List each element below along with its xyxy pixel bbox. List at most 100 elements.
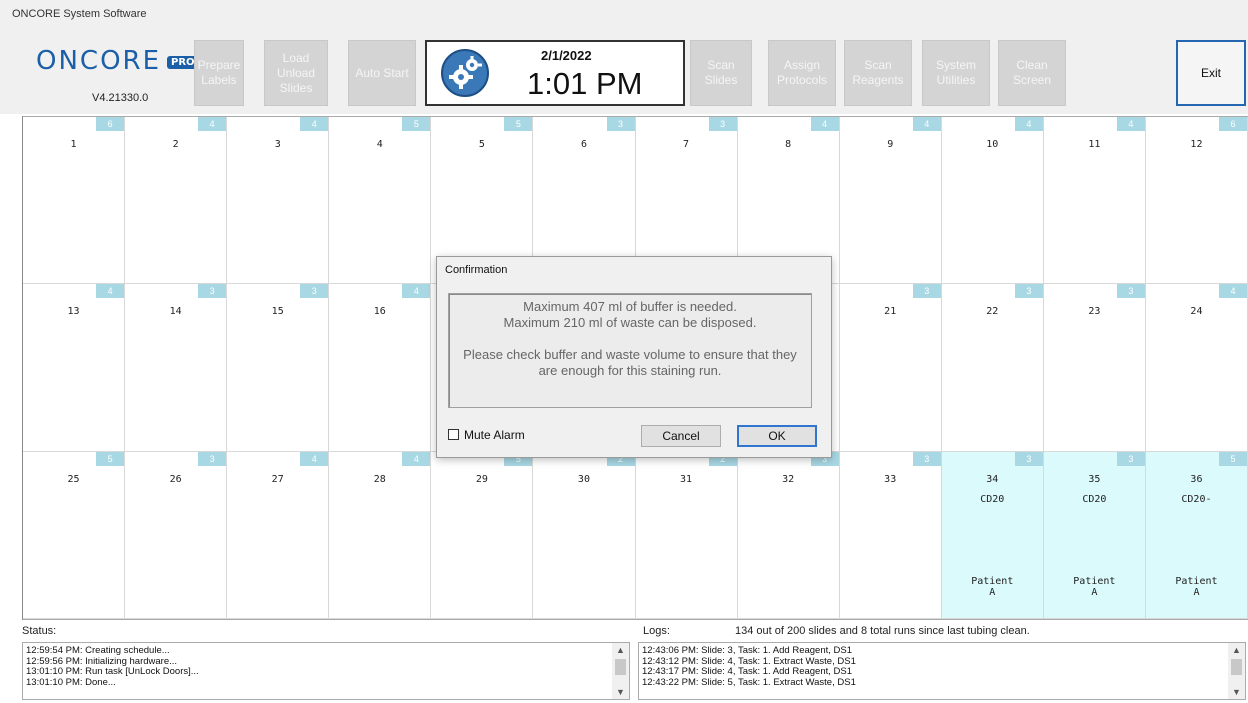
load-unload-slides-button[interactable]: Load Unload Slides: [264, 40, 328, 106]
slot-number: 31: [680, 473, 693, 485]
slide-slot[interactable]: 4 13: [23, 284, 126, 452]
slot-count-badge: 4: [402, 284, 431, 299]
slide-slot[interactable]: 2 30: [533, 451, 636, 619]
clock-panel: 2/1/2022 1:01 PM: [425, 40, 685, 106]
slide-slot[interactable]: 2 31: [635, 451, 738, 619]
slide-slot[interactable]: 3 35 CD20 Patient A: [1043, 451, 1146, 619]
slot-count-badge: 4: [402, 451, 431, 466]
slot-count-badge: 3: [1014, 284, 1043, 299]
slot-count-badge: 3: [1116, 284, 1145, 299]
slot-count-badge: 3: [912, 284, 941, 299]
status-line: 13:01:10 PM: Run task [UnLock Doors]...: [26, 666, 199, 677]
mute-alarm-label[interactable]: Mute Alarm: [464, 428, 525, 442]
slot-count-badge: 3: [198, 451, 227, 466]
logs-scrollbar[interactable]: ▲ ▼: [1228, 643, 1245, 699]
slide-slot[interactable]: 6 12: [1145, 117, 1248, 285]
slot-number: 32: [782, 473, 795, 485]
slot-patient-label: Patient A: [1073, 575, 1116, 598]
slot-patient-label: Patient A: [971, 575, 1014, 598]
slot-count-badge: 4: [1014, 117, 1043, 131]
status-log[interactable]: 12:59:54 PM: Creating schedule... 12:59:…: [22, 642, 630, 700]
slot-number: 27: [271, 473, 284, 485]
scroll-up-icon[interactable]: ▲: [1228, 645, 1245, 656]
slot-number: 13: [67, 306, 80, 318]
slide-slot[interactable]: 61: [23, 117, 126, 285]
slide-slot[interactable]: 43: [227, 117, 330, 285]
logs-label: Logs:: [643, 625, 670, 637]
slide-slot[interactable]: 3 22: [941, 284, 1044, 452]
slide-slot[interactable]: 3 15: [227, 284, 330, 452]
slide-slot[interactable]: 3 32: [737, 451, 840, 619]
slot-count-badge: 4: [912, 117, 941, 131]
slot-number: 10: [986, 139, 999, 150]
status-scrollbar[interactable]: ▲ ▼: [612, 643, 629, 699]
scroll-up-icon[interactable]: ▲: [612, 645, 629, 656]
dialog-title: Confirmation: [445, 264, 508, 276]
slot-number: 7: [683, 139, 690, 150]
scroll-thumb[interactable]: [615, 659, 626, 675]
slide-slot[interactable]: 3 14: [125, 284, 228, 452]
prepare-labels-button[interactable]: Prepare Labels: [194, 40, 244, 106]
scan-reagents-button[interactable]: Scan Reagents: [844, 40, 912, 106]
message-line: Please check buffer and waste volume to …: [463, 347, 797, 362]
status-line: 13:01:10 PM: Done...: [26, 676, 116, 688]
slide-slot[interactable]: 5 25: [23, 451, 126, 619]
slot-number: 11: [1088, 139, 1101, 150]
mute-alarm-checkbox[interactable]: [448, 429, 459, 440]
slot-number: 22: [986, 306, 999, 318]
slot-number: 34: [986, 473, 999, 485]
slot-number: 28: [373, 473, 386, 485]
auto-start-button[interactable]: Auto Start: [348, 40, 416, 106]
slot-reagent-label: CD20: [980, 493, 1005, 505]
scroll-down-icon[interactable]: ▼: [1228, 687, 1245, 698]
logs-log[interactable]: 12:43:06 PM: Slide: 3, Task: 1. Add Reag…: [638, 642, 1246, 700]
slot-count-badge: 3: [300, 284, 329, 299]
slot-number: 4: [376, 139, 383, 150]
slot-number: 1: [70, 139, 77, 150]
scroll-down-icon[interactable]: ▼: [612, 687, 629, 698]
slot-number: 33: [884, 473, 897, 485]
slide-slot[interactable]: 3 34 CD20 Patient A: [941, 451, 1044, 619]
slot-number: 2: [172, 139, 179, 150]
slot-number: 6: [580, 139, 587, 150]
log-line: 12:43:22 PM: Slide: 5, Task: 1. Extract …: [642, 676, 856, 688]
clean-screen-button[interactable]: Clean Screen: [998, 40, 1066, 106]
message-line: are enough for this staining run.: [538, 363, 722, 378]
slot-number: 8: [785, 139, 792, 150]
slide-slot[interactable]: 42: [125, 117, 228, 285]
slide-slot[interactable]: 5 36 CD20- Patient A: [1145, 451, 1248, 619]
slide-slot[interactable]: 3 23: [1043, 284, 1146, 452]
slot-number: 35: [1088, 473, 1101, 485]
message-line: Maximum 407 ml of buffer is needed.: [523, 299, 737, 314]
scan-slides-button[interactable]: Scan Slides: [690, 40, 752, 106]
slide-slot[interactable]: 49: [839, 117, 942, 285]
confirmation-dialog: Confirmation Maximum 407 ml of buffer is…: [436, 256, 832, 458]
slot-count-badge: 5: [1219, 451, 1247, 466]
slide-slot[interactable]: 3 21: [839, 284, 942, 452]
scroll-thumb[interactable]: [1231, 659, 1242, 675]
slide-slot[interactable]: 4 28: [329, 451, 432, 619]
version-label: V4.21330.0: [92, 92, 149, 104]
slide-slot[interactable]: 4 16: [329, 284, 432, 452]
slide-slot[interactable]: 4 10: [941, 117, 1044, 285]
slide-slot[interactable]: 5 29: [431, 451, 534, 619]
slide-slot[interactable]: 3 33: [839, 451, 942, 619]
slot-number: 12: [1190, 139, 1203, 150]
slide-slot[interactable]: 3 26: [125, 451, 228, 619]
slot-count-badge: 3: [912, 451, 941, 466]
slot-number: 26: [169, 473, 182, 485]
assign-protocols-button[interactable]: Assign Protocols: [768, 40, 836, 106]
slot-number: 24: [1190, 306, 1203, 318]
slot-number: 15: [271, 306, 284, 318]
slide-slot[interactable]: 4 24: [1145, 284, 1248, 452]
system-utilities-button[interactable]: System Utilities: [922, 40, 990, 106]
cancel-button[interactable]: Cancel: [641, 425, 721, 447]
clock-time: 1:01 PM: [527, 66, 643, 101]
slide-slot[interactable]: 4 11: [1043, 117, 1146, 285]
slide-slot[interactable]: 4 27: [227, 451, 330, 619]
exit-button[interactable]: Exit: [1176, 40, 1246, 106]
slot-reagent-label: CD20-: [1181, 493, 1212, 505]
ok-button[interactable]: OK: [737, 425, 817, 447]
slide-slot[interactable]: 54: [329, 117, 432, 285]
log-line: 12:43:06 PM: Slide: 3, Task: 1. Add Reag…: [642, 645, 853, 656]
